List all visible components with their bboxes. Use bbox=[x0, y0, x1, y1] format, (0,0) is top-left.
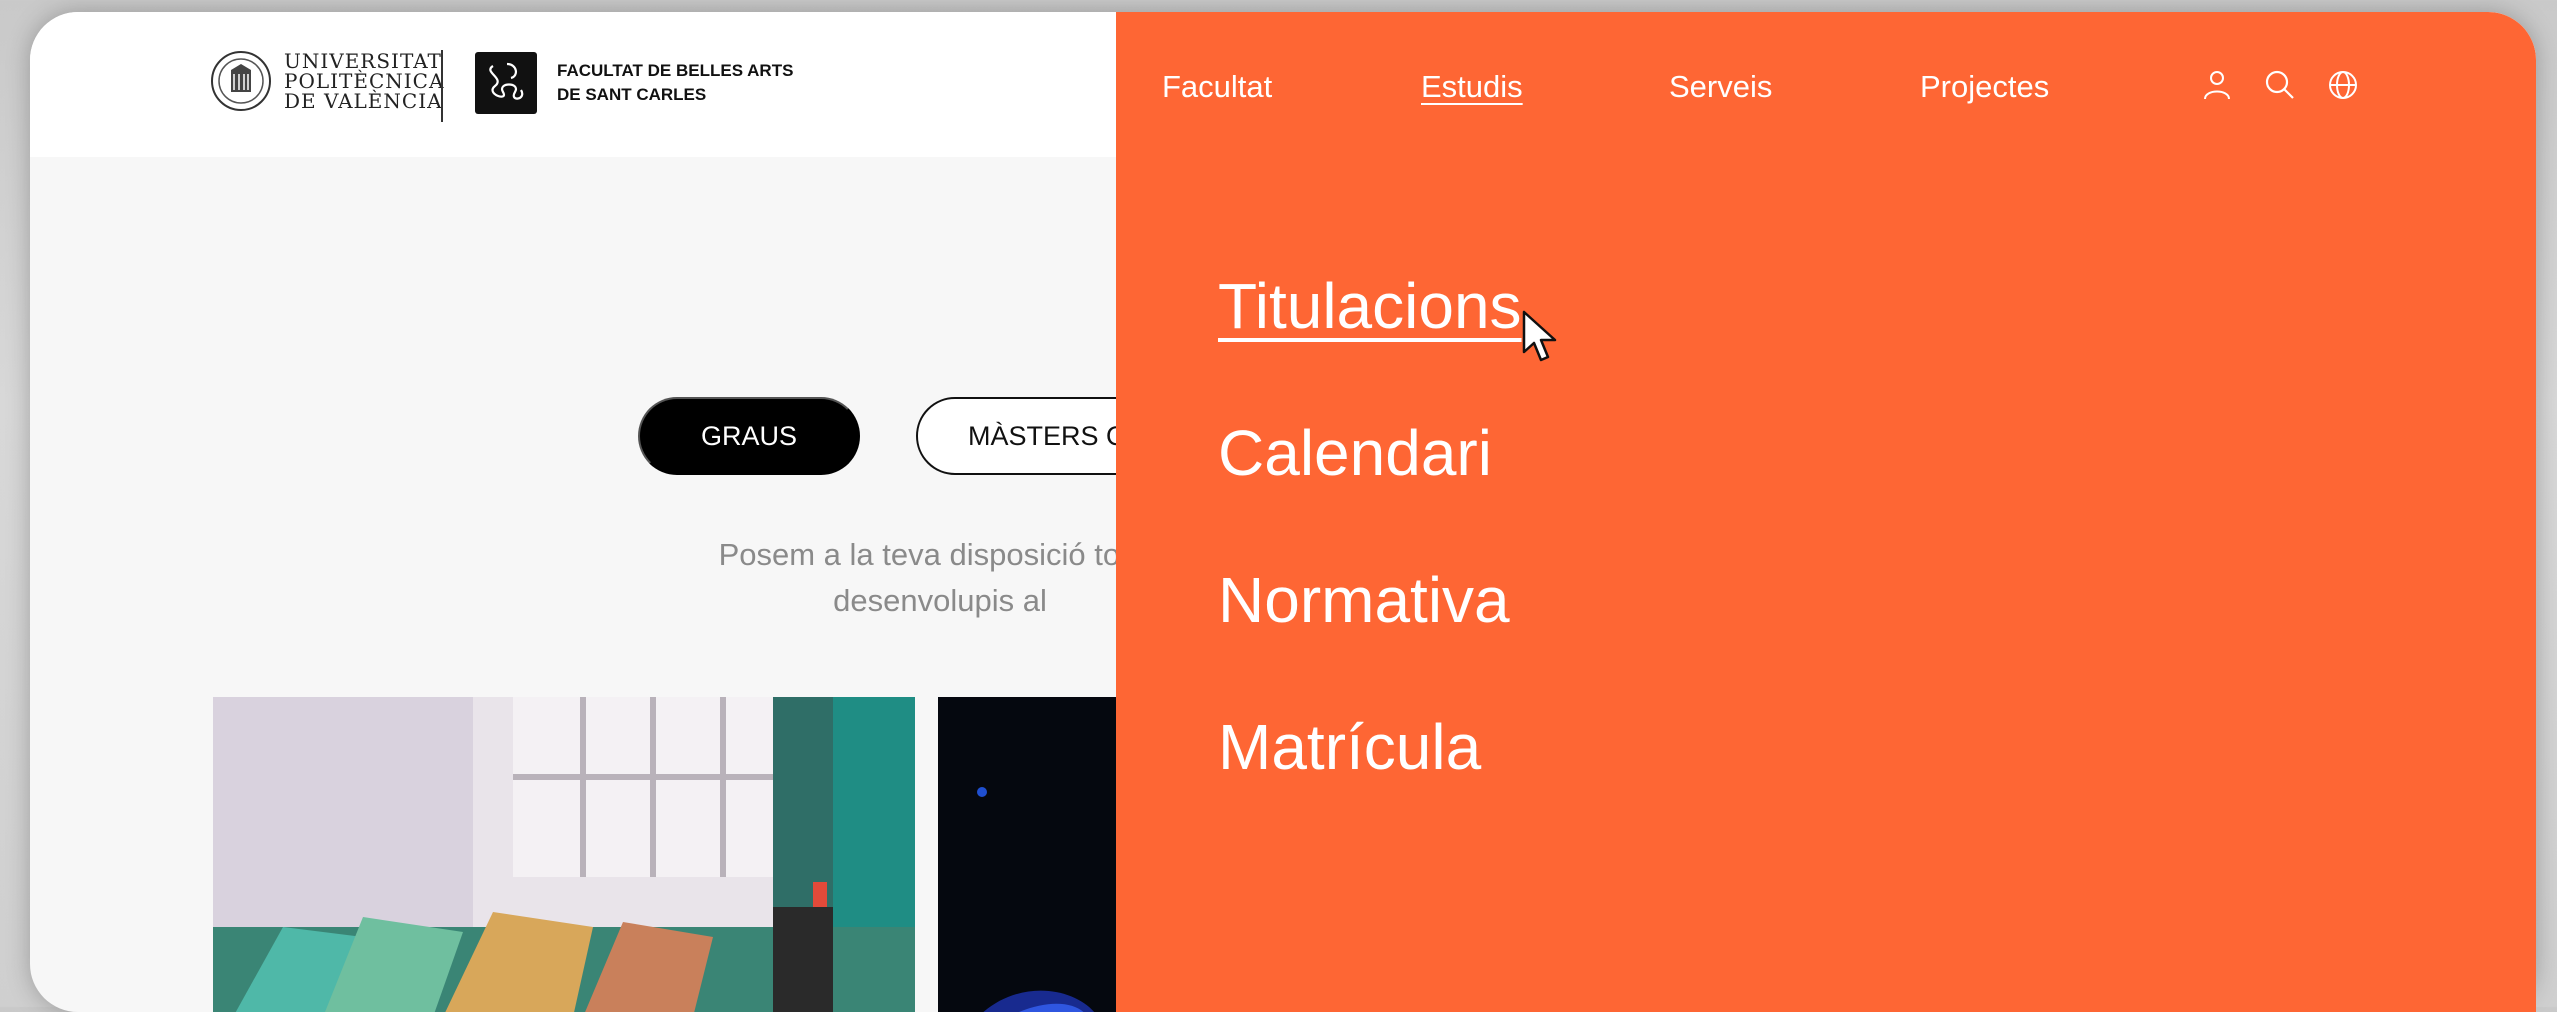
nav-item-facultat[interactable]: Facultat bbox=[1162, 67, 1272, 107]
faculty-logo-line: DE SANT CARLES bbox=[557, 85, 707, 104]
nav-item-serveis[interactable]: Serveis bbox=[1669, 67, 1772, 107]
submenu-item-titulacions[interactable]: Titulacions bbox=[1218, 266, 1522, 346]
mega-menu-overlay: Facultat Estudis Serveis Projectes Titul… bbox=[1116, 12, 2536, 1012]
studio-photo bbox=[213, 697, 915, 1012]
faculty-logo-mark-icon bbox=[475, 52, 537, 114]
faculty-logo-line: FACULTAT DE BELLES ARTS bbox=[557, 61, 794, 80]
submenu-item-normativa[interactable]: Normativa bbox=[1218, 560, 1510, 640]
filter-graus-button[interactable]: GRAUS bbox=[638, 397, 860, 475]
program-card-image[interactable] bbox=[213, 697, 915, 1012]
nav-item-estudis[interactable]: Estudis bbox=[1421, 67, 1523, 107]
upv-seal-icon bbox=[211, 51, 271, 111]
submenu-item-calendari[interactable]: Calendari bbox=[1218, 413, 1492, 493]
faculty-logo-text: FACULTAT DE BELLES ARTS DE SANT CARLES bbox=[557, 59, 793, 107]
globe-icon[interactable] bbox=[2325, 67, 2361, 103]
search-icon[interactable] bbox=[2262, 67, 2298, 103]
submenu-item-matricula[interactable]: Matrícula bbox=[1218, 707, 1481, 787]
upv-logo-line: POLITÈCNICA bbox=[284, 69, 445, 93]
logo-divider bbox=[441, 50, 443, 122]
upv-logo-text: UNIVERSITAT POLITÈCNICA DE VALÈNCIA bbox=[284, 51, 444, 111]
user-icon[interactable] bbox=[2199, 67, 2235, 103]
upv-logo-line: UNIVERSITAT bbox=[284, 49, 442, 73]
upv-logo-link[interactable]: UNIVERSITAT POLITÈCNICA DE VALÈNCIA bbox=[210, 50, 444, 112]
faculty-logo-link[interactable]: FACULTAT DE BELLES ARTS DE SANT CARLES bbox=[475, 52, 793, 114]
nav-item-projectes[interactable]: Projectes bbox=[1920, 67, 2049, 107]
mouse-cursor-icon bbox=[1522, 310, 1557, 362]
upv-logo-line: DE VALÈNCIA bbox=[284, 89, 443, 113]
